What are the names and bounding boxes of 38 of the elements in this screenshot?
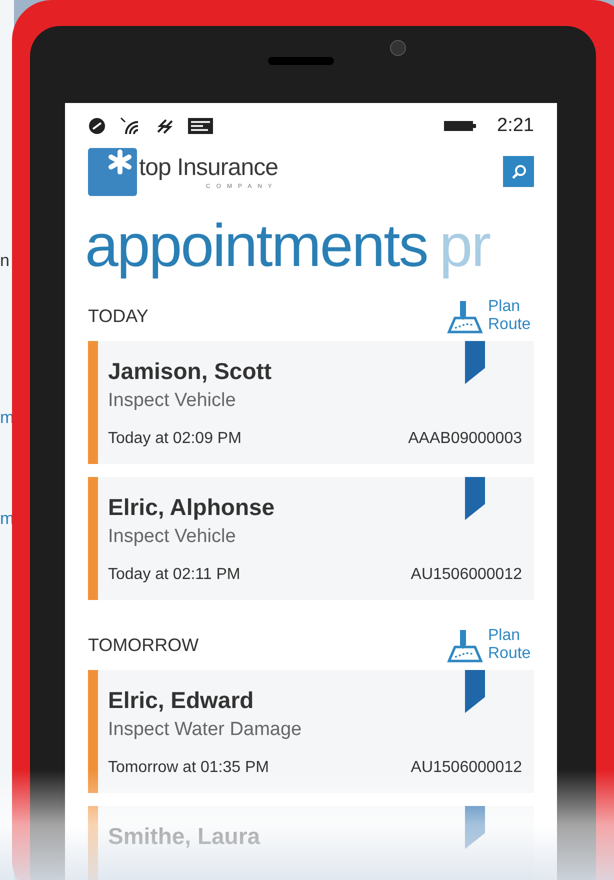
search-icon xyxy=(510,164,526,180)
search-button[interactable] xyxy=(503,156,534,187)
fragment-text: n xyxy=(0,252,10,269)
appointment-time: Tomorrow at 01:35 PM xyxy=(108,758,270,778)
logo-text: top Insurance xyxy=(139,156,278,180)
appointment-card[interactable]: Elric, Edward Inspect Water Damage Tomorrow at 01:35 PM AU1506000012 xyxy=(88,670,534,793)
status-time: 2:21 xyxy=(497,114,534,138)
task-text: Inspect Water Damage xyxy=(108,718,303,742)
customer-name: Elric, Edward xyxy=(108,686,254,714)
data-transfer-icon xyxy=(156,117,174,135)
appointment-card[interactable]: Elric, Alphonse Inspect Vehicle Today at 02:11 PM AU1506000012 xyxy=(88,477,534,600)
appointment-time: Today at 02:11 PM xyxy=(108,565,242,585)
pivot-tab[interactable]: appointments xyxy=(85,210,428,282)
plan-route-button[interactable]: Plan Route xyxy=(446,298,534,334)
appointment-time: Today at 02:09 PM xyxy=(108,429,242,449)
route-map-icon xyxy=(446,300,484,334)
task-text: Inspect Vehicle xyxy=(108,525,237,549)
bookmark-icon xyxy=(465,806,485,849)
message-icon xyxy=(188,118,213,134)
plan-route-button[interactable]: Plan Route xyxy=(446,627,534,663)
customer-name: Elric, Alphonse xyxy=(108,493,275,521)
bookmark-icon xyxy=(465,341,485,384)
reference-number: AU1506000012 xyxy=(410,565,522,585)
battery-icon xyxy=(443,119,478,133)
reference-number: AAAB09000003 xyxy=(408,429,522,449)
reference-number: AU1506000012 xyxy=(410,758,522,778)
bookmark-icon xyxy=(465,477,485,520)
customer-name: Jamison, Scott xyxy=(108,357,272,385)
speaker-grille xyxy=(268,57,334,65)
bookmark-icon xyxy=(465,670,485,713)
logo-icon xyxy=(88,148,137,196)
appointment-card[interactable]: Jamison, Scott Inspect Vehicle Today at 02:09 PM AAAB09000003 xyxy=(88,341,534,464)
customer-name: Smithe, Laura xyxy=(108,822,260,850)
route-map-icon xyxy=(446,629,484,663)
section-heading: TODAY xyxy=(88,304,150,328)
section-heading: TOMORROW xyxy=(88,634,200,656)
task-text: Inspect Vehicle xyxy=(108,389,237,413)
sim-icon xyxy=(88,117,106,135)
